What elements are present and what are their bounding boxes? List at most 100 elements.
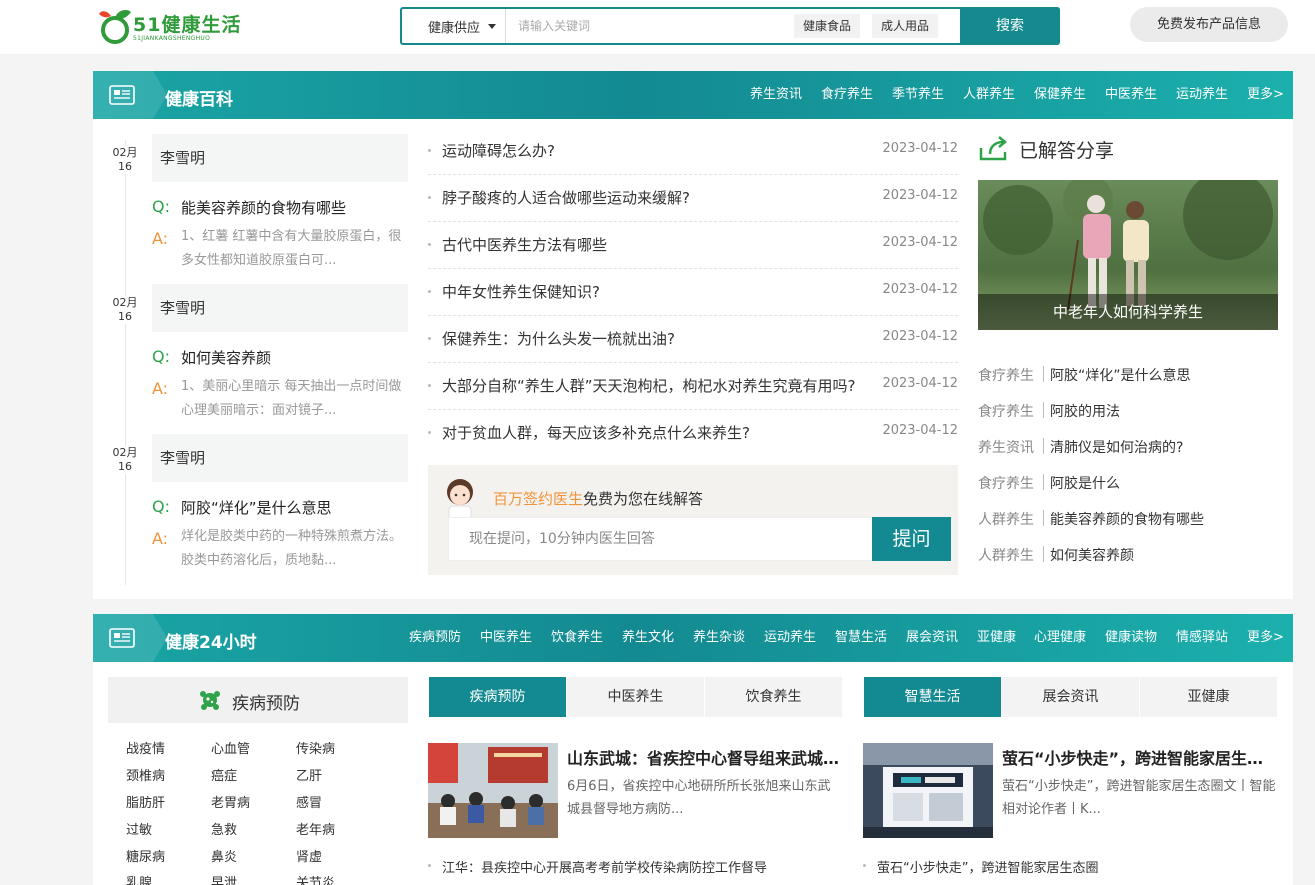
list-date: 2023-04-12	[882, 376, 958, 391]
list-title[interactable]: 中年女性养生保健知识?	[442, 281, 872, 302]
answer-mark: A:	[152, 229, 169, 248]
category-link[interactable]: 心血管	[211, 738, 250, 757]
category-link[interactable]: 乳腺	[126, 872, 152, 885]
nav-duwu[interactable]: 健康读物	[1105, 614, 1157, 662]
news-line-link[interactable]: 萤石“小步快走”，跨进智能家居生态圈	[877, 857, 1098, 876]
shared-category[interactable]: 食疗养生	[978, 365, 1034, 385]
list-title[interactable]: 古代中医养生方法有哪些	[442, 234, 872, 255]
doctor-avatar-icon	[447, 479, 473, 520]
nav-zhanhui[interactable]: 展会资讯	[906, 614, 958, 662]
list-title[interactable]: 对于贫血人群，每天应该多补充点什么来养生?	[442, 422, 872, 443]
nav-shiliao[interactable]: 食疗养生	[821, 71, 873, 119]
news-desc: 6月6日，省疾控中心地研所所长张旭来山东武城县督导地方病防...	[567, 779, 831, 817]
list-item[interactable]: 保健养生：为什么头发一梳就出油? 2023-04-12	[428, 316, 958, 363]
section-title: 健康24小时	[165, 633, 257, 653]
list-title[interactable]: 保健养生：为什么头发一梳就出油?	[442, 328, 872, 349]
news-thumbnail[interactable]	[863, 743, 993, 838]
nav-jibing[interactable]: 疾病预防	[409, 614, 461, 662]
search-button[interactable]: 搜索	[960, 7, 1060, 45]
category-link[interactable]: 传染病	[296, 738, 335, 757]
nav-zhongyi[interactable]: 中医养生	[1105, 71, 1157, 119]
ask-input[interactable]: 现在提问，10分钟内医生回答	[448, 517, 873, 561]
category-link[interactable]: 老年病	[296, 819, 335, 838]
category-link[interactable]: 急救	[211, 819, 237, 838]
category-link[interactable]: 肾虚	[296, 846, 322, 865]
nav-yundong[interactable]: 运动养生	[764, 614, 816, 662]
nav-xinli[interactable]: 心理健康	[1034, 614, 1086, 662]
nav-qinggan[interactable]: 情感驿站	[1176, 614, 1228, 662]
nav-yangsheng-zixun[interactable]: 养生资讯	[750, 71, 802, 119]
shared-title-link[interactable]: 如何美容养颜	[1050, 545, 1134, 565]
list-item[interactable]: 中年女性养生保健知识? 2023-04-12	[428, 269, 958, 316]
news-title-link[interactable]: 萤石“小步快走”，跨进智能家居生态圈文	[1002, 745, 1277, 769]
nav-zhongyi[interactable]: 中医养生	[480, 614, 532, 662]
category-link[interactable]: 过敏	[126, 819, 152, 838]
list-item[interactable]: 古代中医养生方法有哪些 2023-04-12	[428, 222, 958, 269]
list-title[interactable]: 运动障碍怎么办?	[442, 140, 872, 161]
tab-zhihui[interactable]: 智慧生活	[864, 677, 1001, 717]
shared-category[interactable]: 人群养生	[978, 545, 1034, 565]
question-link[interactable]: 阿胶“烊化”是什么意思	[181, 497, 332, 518]
category-link[interactable]: 早泄	[211, 872, 237, 885]
ask-button[interactable]: 提问	[872, 517, 951, 561]
nav-more[interactable]: 更多>	[1247, 614, 1284, 662]
nav-renqun[interactable]: 人群养生	[963, 71, 1015, 119]
list-title[interactable]: 脖子酸疼的人适合做哪些运动来缓解?	[442, 187, 872, 208]
list-item[interactable]: 大部分自称“养生人群”天天泡枸杞，枸杞水对养生究竟有用吗? 2023-04-12	[428, 363, 958, 410]
nav-yajiankang[interactable]: 亚健康	[977, 614, 1016, 662]
category-link[interactable]: 糖尿病	[126, 846, 165, 865]
tab-zhongyi[interactable]: 中医养生	[567, 677, 704, 717]
nav-yundong[interactable]: 运动养生	[1176, 71, 1228, 119]
nav-wenhua[interactable]: 养生文化	[622, 614, 674, 662]
tab-jibing[interactable]: 疾病预防	[429, 677, 566, 717]
separator	[1043, 366, 1044, 382]
tab-yajiankang[interactable]: 亚健康	[1140, 677, 1277, 717]
search-category-select[interactable]: 健康供应	[428, 17, 480, 36]
news-thumbnail[interactable]	[428, 743, 558, 838]
list-item[interactable]: 对于贫血人群，每天应该多补充点什么来养生? 2023-04-12	[428, 410, 958, 457]
photo-caption[interactable]: 中老年人如何科学养生	[978, 294, 1278, 330]
nav-baojian[interactable]: 保健养生	[1034, 71, 1086, 119]
category-link[interactable]: 关节炎	[296, 872, 335, 885]
shared-title-link[interactable]: 清肺仪是如何治病的?	[1050, 437, 1183, 457]
category-link[interactable]: 颈椎病	[126, 765, 165, 784]
nav-zhihui[interactable]: 智慧生活	[835, 614, 887, 662]
shared-category[interactable]: 食疗养生	[978, 401, 1034, 421]
shared-title-link[interactable]: 能美容养颜的食物有哪些	[1050, 509, 1204, 529]
shared-category[interactable]: 养生资讯	[978, 437, 1034, 457]
list-item[interactable]: 运动障碍怎么办? 2023-04-12	[428, 128, 958, 175]
question-link[interactable]: 如何美容养颜	[181, 347, 271, 368]
shared-title-link[interactable]: 阿胶的用法	[1050, 401, 1120, 421]
news-title-link[interactable]: 山东武城：省疾控中心督导组来武城县督导	[567, 745, 842, 769]
list-title[interactable]: 大部分自称“养生人群”天天泡枸杞，枸杞水对养生究竟有用吗?	[442, 375, 872, 396]
chevron-down-icon[interactable]	[488, 24, 496, 29]
asker-name: 李雪明	[152, 434, 408, 482]
search-input[interactable]	[512, 12, 782, 40]
date-badge: 02月 16	[108, 296, 142, 324]
nav-more[interactable]: 更多>	[1247, 71, 1284, 119]
shared-title-link[interactable]: 阿胶“烊化”是什么意思	[1050, 365, 1191, 385]
nav-jijie[interactable]: 季节养生	[892, 71, 944, 119]
ask-highlight: 百万签约医生	[493, 490, 584, 508]
hot-tag-adult[interactable]: 成人用品	[872, 14, 939, 38]
category-link[interactable]: 乙肝	[296, 765, 322, 784]
publish-button[interactable]: 免费发布产品信息	[1130, 7, 1288, 42]
category-link[interactable]: 鼻炎	[211, 846, 237, 865]
list-item[interactable]: 脖子酸疼的人适合做哪些运动来缓解? 2023-04-12	[428, 175, 958, 222]
category-link[interactable]: 癌症	[211, 765, 237, 784]
category-link[interactable]: 脂肪肝	[126, 792, 165, 811]
nav-zatan[interactable]: 养生杂谈	[693, 614, 745, 662]
tab-zhanhui[interactable]: 展会资讯	[1002, 677, 1139, 717]
question-link[interactable]: 能美容养颜的食物有哪些	[181, 197, 346, 218]
news-line-link[interactable]: 江华：县疾控中心开展高考考前学校传染病防控工作督导	[442, 857, 767, 876]
category-link[interactable]: 老胃病	[211, 792, 250, 811]
tab-yinshi[interactable]: 饮食养生	[705, 677, 842, 717]
category-link[interactable]: 感冒	[296, 792, 322, 811]
nav-yinshi[interactable]: 饮食养生	[551, 614, 603, 662]
shared-title-link[interactable]: 阿胶是什么	[1050, 473, 1120, 493]
category-link[interactable]: 战疫情	[126, 738, 165, 757]
hot-tag-health-food[interactable]: 健康食品	[794, 14, 861, 38]
shared-category[interactable]: 人群养生	[978, 509, 1034, 529]
shared-category[interactable]: 食疗养生	[978, 473, 1034, 493]
question-mark: Q:	[152, 197, 170, 216]
